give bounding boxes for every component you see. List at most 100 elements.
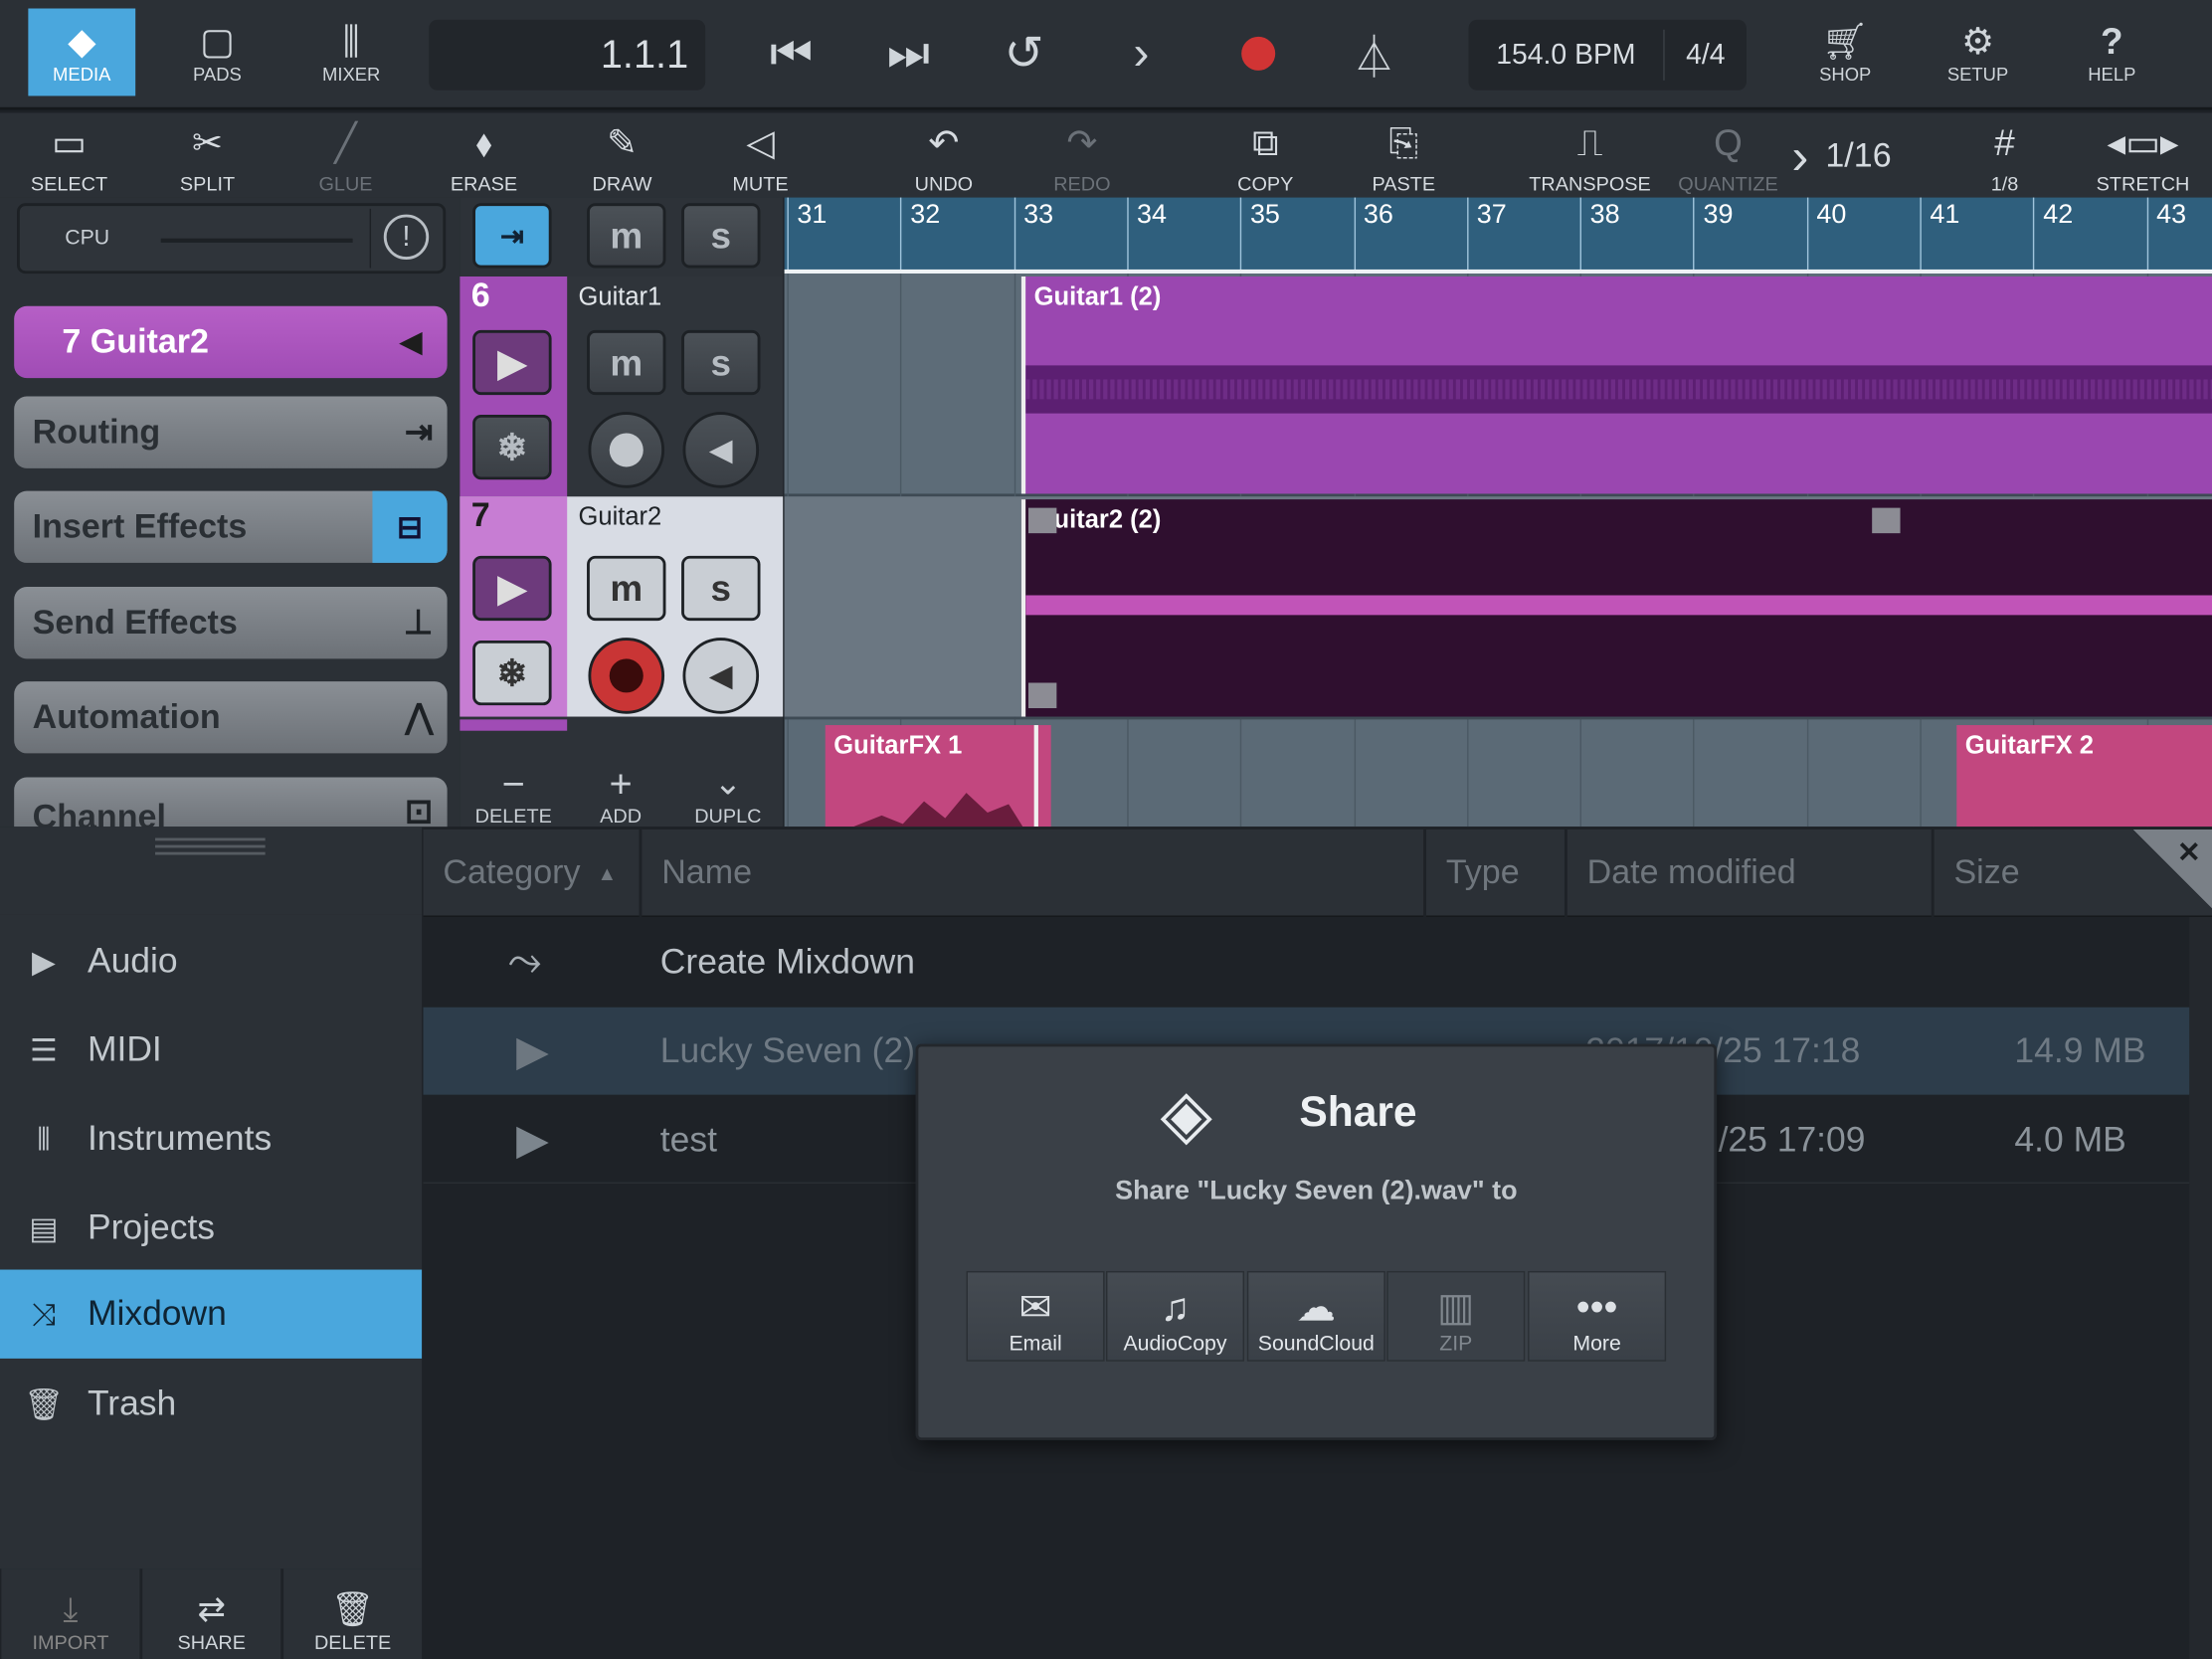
clip-handle[interactable]	[1027, 682, 1057, 709]
clip-guitarfx1[interactable]: GuitarFX 1	[825, 725, 1051, 828]
clip-guitarfx2[interactable]: GuitarFX 2	[1956, 725, 2212, 828]
clip-handle[interactable]	[1872, 507, 1901, 534]
category-trash[interactable]: 🗑︎ Trash	[0, 1360, 422, 1448]
track-6-monitor-button[interactable]: ◀	[682, 412, 760, 488]
share-soundcloud-button[interactable]: ☁ SoundCloud	[1246, 1270, 1385, 1362]
undo-button[interactable]: ↶ UNDO	[883, 115, 1005, 195]
close-browser-button[interactable]: ✕	[2132, 830, 2212, 909]
tempo-display[interactable]: 154.0 BPM 4/4	[1468, 19, 1747, 91]
automation-button[interactable]: Automation ⋀	[14, 681, 448, 754]
time-signature: 4/4	[1686, 39, 1726, 71]
rewind-start-button[interactable]: ⏮	[755, 23, 829, 85]
play-button[interactable]: ›	[1105, 23, 1179, 85]
mixer-button[interactable]: ⫼ MIXER	[297, 9, 405, 96]
add-track-label: ADD	[600, 804, 643, 828]
track-6-header[interactable]: 6 Guitar1 ▶ m s ❄ ◀	[460, 276, 784, 497]
transpose-button[interactable]: ⎍ TRANSPOSE	[1529, 115, 1650, 195]
metronome-button[interactable]: ⏃	[1338, 23, 1411, 85]
global-mute-button[interactable]: m	[587, 203, 666, 269]
arrow-split-icon: ⇥	[499, 220, 524, 253]
inspector-panel: CPU ! 7 Guitar2 ◀ Routing ⇥ Insert Effec…	[0, 197, 461, 836]
skip-end-button[interactable]: ⏭	[872, 23, 946, 85]
file-size: 14.9 MB	[2014, 1030, 2146, 1070]
position-display[interactable]: 1.1.1	[429, 19, 706, 91]
delete-track-button[interactable]: − DELETE	[460, 745, 567, 827]
share-zip-button[interactable]: ▥ ZIP	[1386, 1270, 1526, 1362]
redo-button[interactable]: ↷ REDO	[1021, 115, 1143, 195]
delete-file-button[interactable]: 🗑︎ DELETE	[283, 1568, 423, 1659]
quantize-button[interactable]: Q QUANTIZE	[1668, 115, 1789, 195]
category-mixdown[interactable]: ⤨ Mixdown	[0, 1269, 423, 1359]
split-tool[interactable]: ✂ SPLIT	[147, 115, 269, 195]
setup-button[interactable]: ⚙ SETUP	[1925, 9, 2032, 96]
channel-button[interactable]: Channel ⊡	[14, 777, 448, 836]
share-button[interactable]: ⇄ SHARE	[142, 1568, 281, 1659]
arrangement-lanes[interactable]: Guitar1 (2) Guitar2 (2) GuitarFX 1 Guita…	[784, 274, 2212, 828]
glue-tool[interactable]: ╱ GLUE	[285, 115, 407, 195]
erase-tool[interactable]: ⬧ ERASE	[424, 115, 545, 195]
mixdown-icon: ⤳	[507, 938, 542, 986]
file-row-create-mixdown[interactable]: ⤳ Create Mixdown	[424, 918, 2190, 1006]
send-effects-button[interactable]: Send Effects ⊥	[14, 587, 448, 659]
mute-tool[interactable]: ◁ MUTE	[700, 115, 822, 195]
draw-tool[interactable]: ✎ DRAW	[562, 115, 683, 195]
clip-handle[interactable]	[1027, 507, 1057, 534]
pads-button[interactable]: ▢ PADS	[164, 9, 272, 96]
track-7-play-button[interactable]: ▶	[472, 555, 552, 622]
loop-button[interactable]: ↺	[988, 23, 1061, 85]
shop-button[interactable]: 🛒︎ SHOP	[1791, 9, 1899, 96]
column-category[interactable]: Category ▲	[424, 830, 639, 917]
track-6-solo-button[interactable]: s	[681, 329, 761, 396]
track-7-monitor-button[interactable]: ◀	[682, 638, 760, 714]
column-date[interactable]: Date modified	[1564, 830, 1932, 917]
add-track-button[interactable]: + ADD	[567, 745, 674, 827]
clip-guitar2[interactable]: Guitar2 (2)	[1020, 499, 2212, 717]
stretch-button[interactable]: ◂▭▸ STRETCH	[2083, 115, 2204, 195]
category-midi[interactable]: ☰ MIDI	[0, 1006, 422, 1094]
copy-button[interactable]: ⧉ COPY	[1204, 115, 1326, 195]
file-name: Lucky Seven (2)	[659, 1030, 916, 1070]
track-6-record-arm-button[interactable]	[588, 412, 665, 488]
quantize-value-selector[interactable]: › 1/16	[1791, 121, 1946, 192]
category-projects[interactable]: ▤ Projects	[0, 1184, 422, 1272]
paste-button[interactable]: ⎘ PASTE	[1343, 115, 1464, 195]
warning-icon: !	[383, 214, 430, 260]
share-audiocopy-button[interactable]: ♫ AudioCopy	[1106, 1270, 1245, 1362]
insert-effects-button[interactable]: Insert Effects ⊟	[14, 490, 448, 563]
track-7-record-arm-button[interactable]	[588, 638, 665, 714]
track-7-solo-button[interactable]: s	[681, 555, 761, 622]
column-name[interactable]: Name	[639, 830, 1424, 917]
scrollbar[interactable]	[2189, 916, 2212, 1659]
delete-track-label: DELETE	[474, 804, 552, 828]
help-button[interactable]: ? HELP	[2058, 9, 2165, 96]
track-7-mute-button[interactable]: m	[587, 555, 666, 622]
column-size[interactable]: Size	[1931, 830, 2157, 917]
import-button[interactable]: ⤓ IMPORT	[1, 1568, 140, 1659]
select-tool[interactable]: ▭ SELECT	[9, 115, 130, 195]
track-6-freeze-button[interactable]: ❄	[472, 415, 552, 480]
column-type[interactable]: Type	[1423, 830, 1565, 917]
track-mode-button[interactable]: ⇥	[472, 203, 552, 269]
cpu-meter[interactable]: CPU !	[17, 203, 447, 275]
track-7-header[interactable]: 7 Guitar2 ▶ m s ❄ ◀	[460, 496, 784, 717]
track-6-mute-button[interactable]: m	[587, 329, 666, 396]
speaker-icon: ◀	[708, 656, 733, 693]
media-button[interactable]: ◆ MEDIA	[28, 8, 136, 96]
duplicate-track-button[interactable]: ⌄ DUPLC	[674, 745, 782, 827]
share-more-button[interactable]: ••• More	[1528, 1270, 1667, 1362]
snowflake-icon: ❄	[496, 650, 528, 694]
category-instruments[interactable]: ⦀ Instruments	[0, 1095, 422, 1184]
clip-guitar1[interactable]: Guitar1 (2)	[1020, 276, 2212, 494]
share-email-button[interactable]: ✉ Email	[966, 1270, 1105, 1362]
timeline-ruler[interactable]: 31 32 33 34 35 36 37 38 39 40 41 42 43	[784, 197, 2212, 275]
routing-button[interactable]: Routing ⇥	[14, 396, 448, 468]
global-solo-button[interactable]: s	[681, 203, 761, 269]
routing-label: Routing	[32, 412, 161, 452]
selected-track-header[interactable]: 7 Guitar2 ◀	[14, 305, 448, 379]
grid-button[interactable]: #1/8	[1944, 115, 2066, 195]
track-7-freeze-button[interactable]: ❄	[472, 640, 552, 706]
category-audio[interactable]: ▶ Audio	[0, 917, 422, 1006]
record-button[interactable]	[1221, 23, 1295, 85]
send-effects-icon: ⊥	[403, 604, 434, 643]
track-6-play-button[interactable]: ▶	[472, 329, 552, 396]
